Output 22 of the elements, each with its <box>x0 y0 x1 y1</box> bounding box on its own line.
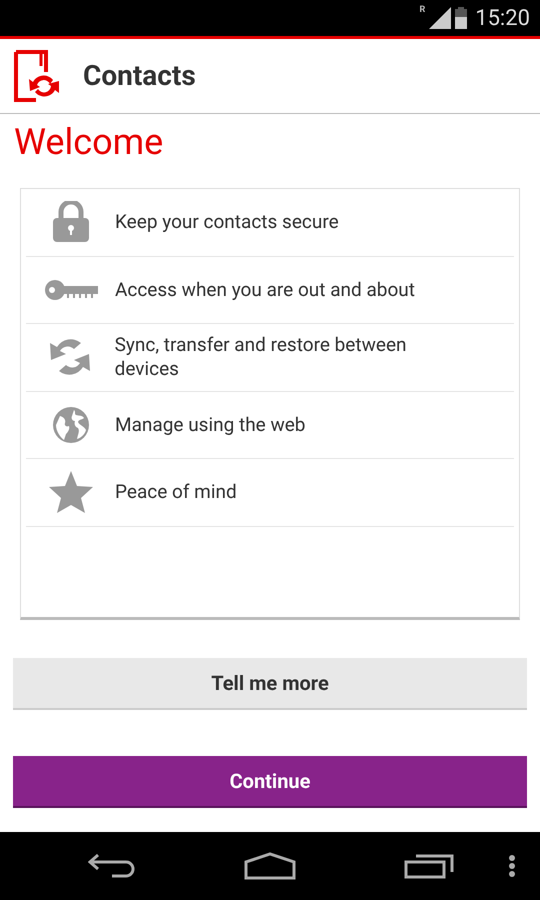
more-info-button[interactable]: Tell me more <box>13 658 527 710</box>
signal-icon <box>429 7 452 29</box>
battery-icon <box>455 7 468 29</box>
lock-icon <box>50 201 90 244</box>
star-icon <box>48 470 94 514</box>
roaming-indicator: R <box>419 4 426 17</box>
feature-text: Manage using the web <box>115 412 306 437</box>
home-icon[interactable] <box>244 852 296 880</box>
app-logo-icon <box>13 50 61 102</box>
welcome-heading: Welcome <box>13 120 164 164</box>
feature-text: Sync, transfer and restore between devices <box>114 333 408 382</box>
recent-apps-icon[interactable] <box>404 853 454 879</box>
back-icon[interactable] <box>88 853 136 879</box>
clock-time: 15:20 <box>475 4 530 32</box>
feature-text: Access when you are out and about <box>115 278 416 302</box>
globe-icon <box>52 406 90 444</box>
feature-text: Peace of mind <box>115 480 238 504</box>
feature-text: Keep your contacts secure <box>115 210 340 234</box>
more-options-icon[interactable] <box>508 854 516 878</box>
continue-button[interactable]: Continue <box>13 756 527 808</box>
app-title: Contacts <box>83 58 196 94</box>
key-icon <box>44 278 98 302</box>
